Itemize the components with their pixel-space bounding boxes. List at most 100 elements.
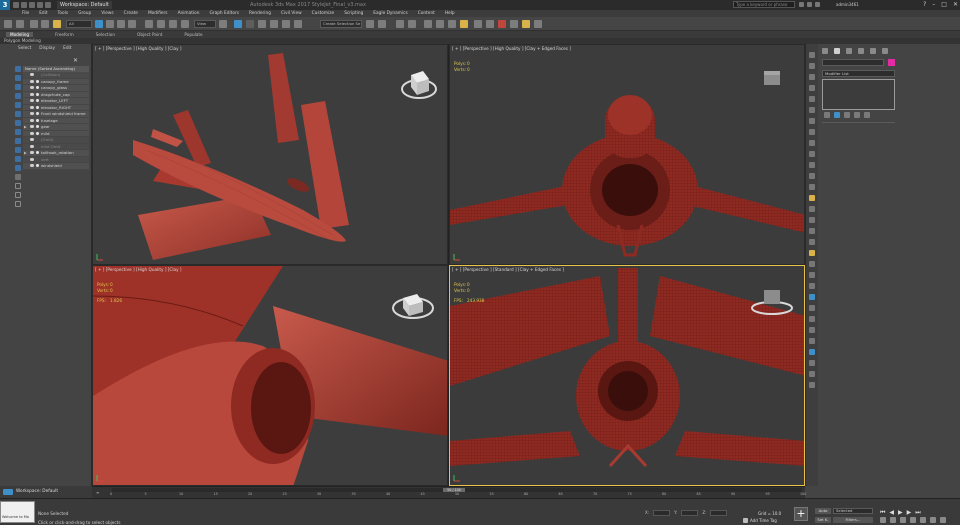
explorer-tab-edit[interactable]: Edit [63,46,71,51]
set-key-button[interactable]: + [794,507,808,521]
pin-stack-icon[interactable] [824,112,830,118]
schematic-view-icon[interactable] [448,20,456,28]
auto-key-button[interactable]: Auto [815,508,831,514]
z-coordinate-field[interactable] [710,510,728,516]
visibility-eye-icon[interactable] [30,105,34,109]
text-icon[interactable] [809,239,815,245]
maxscript-listener-mini[interactable]: Welcome to Ma [0,501,35,523]
window-crossing-icon[interactable] [128,20,136,28]
create-tab-icon[interactable] [822,48,828,54]
close-icon[interactable]: ✕ [953,1,958,8]
pivot-center-icon[interactable] [219,20,227,28]
x-coordinate-field[interactable] [653,510,671,516]
display-spacewarps-icon[interactable] [15,111,21,117]
viewcube[interactable] [391,286,435,322]
rendered-frame-window-icon[interactable] [486,20,494,28]
object-color-swatch[interactable] [888,59,895,66]
display-shapes-icon[interactable] [15,75,21,81]
pan-icon[interactable] [920,517,926,523]
toggle-ribbon-icon[interactable] [424,20,432,28]
play-icon[interactable]: ▶ [898,509,903,517]
display-all-icon[interactable] [15,174,21,180]
tab-modeling[interactable]: Modeling [6,32,34,37]
geosphere-icon[interactable] [809,228,815,234]
menu-item-create[interactable]: Create [124,11,138,16]
menu-item-scripting[interactable]: Scripting [344,11,363,16]
toggle-layer-explorer-icon[interactable] [408,20,416,28]
maximize-icon[interactable]: □ [941,1,947,8]
key-filter-dropdown[interactable]: Selected [833,508,873,514]
toggle-scene-explorer-icon[interactable] [396,20,404,28]
visibility-eye-icon[interactable] [30,157,34,161]
user-account[interactable]: admin3461 [836,2,859,7]
scale-icon[interactable] [169,20,177,28]
viewport-label[interactable]: [ + ] [Perspective ] [High Quality ] [Cl… [95,267,182,272]
previous-frame-icon[interactable]: ◀ [889,509,894,517]
menu-item-help[interactable]: Help [445,11,455,16]
percent-snap-icon[interactable] [282,20,290,28]
create-shapes-icon[interactable] [809,63,815,69]
timeline-toggle-icon[interactable]: ≡ [96,490,99,495]
orbit-icon[interactable] [930,517,936,523]
viewport-bottom-left[interactable]: [ + ] [Perspective ] [High Quality ] [Cl… [92,265,448,486]
viewport-label[interactable]: [ + ] [Perspective ] [High Quality ] [Cl… [452,46,571,51]
omni-light-icon[interactable] [809,371,815,377]
viewport-top-left[interactable]: [ + ] [Perspective ] [High Quality ] [Cl… [92,44,448,265]
minimize-icon[interactable]: – [932,1,935,8]
menu-item-eagle-dynamics[interactable]: Eagle Dynamics [373,11,407,16]
help-icon[interactable]: ? [923,1,926,8]
visibility-eye-icon[interactable] [30,99,34,103]
cylinder-icon[interactable] [809,140,815,146]
display-xrefs-icon[interactable] [15,129,21,135]
helix-icon[interactable] [809,283,815,289]
viewport-label[interactable]: [ + ] [Perspective ] [Standard ] [Clay +… [452,267,564,272]
display-groups-icon[interactable] [15,120,21,126]
configure-modifier-sets-icon[interactable] [864,112,870,118]
line-icon[interactable] [809,250,815,256]
make-unique-icon[interactable] [844,112,850,118]
viewport-bottom-right[interactable]: [ + ] [Perspective ] [Standard ] [Clay +… [449,265,805,486]
visibility-eye-icon[interactable] [30,131,34,135]
circle-icon[interactable] [809,261,815,267]
tab-populate[interactable]: Populate [184,32,202,37]
menu-item-graph-editors[interactable]: Graph Editors [209,11,239,16]
create-spacewarps-icon[interactable] [809,107,815,113]
teapot-icon[interactable] [809,173,815,179]
display-containers-icon[interactable] [15,147,21,153]
expand-icon[interactable]: ▶ [24,125,27,129]
place-icon[interactable] [181,20,189,28]
workspace-icon[interactable] [3,489,13,495]
donut-icon[interactable] [809,349,815,355]
viewcube[interactable] [750,286,794,316]
render-iterative-icon[interactable] [510,20,518,28]
hierarchy-tab-icon[interactable] [846,48,852,54]
visibility-eye-icon[interactable] [30,151,34,155]
close-icon[interactable]: ✕ [73,57,78,64]
arc-icon[interactable] [809,272,815,278]
plane-icon[interactable] [809,195,815,201]
rotate-icon[interactable] [157,20,165,28]
visibility-eye-icon[interactable] [30,118,34,122]
expand-icon[interactable]: ▶ [24,151,27,155]
rectangular-selection-icon[interactable] [117,20,125,28]
find-icon[interactable] [15,201,21,207]
viewcube[interactable] [758,67,788,93]
angle-snap-icon[interactable] [270,20,278,28]
display-geometry-icon[interactable] [15,66,21,72]
display-lights-icon[interactable] [15,84,21,90]
field-of-view-icon[interactable] [910,517,916,523]
create-cameras-icon[interactable] [809,85,815,91]
render-in-cloud-icon[interactable] [522,20,530,28]
display-cameras-icon[interactable] [15,93,21,99]
render-production-icon[interactable] [498,20,506,28]
egg-icon[interactable] [809,338,815,344]
redo-icon[interactable] [16,20,24,28]
redo-icon[interactable] [45,2,51,8]
ellipse-icon[interactable] [809,360,815,366]
menu-item-modifiers[interactable]: Modifiers [148,11,168,16]
new-file-icon[interactable] [13,2,19,8]
viewport-label[interactable]: [ + ] [Perspective ] [High Quality ] [Cl… [95,46,182,51]
visibility-eye-icon[interactable] [30,79,34,83]
align-icon[interactable] [378,20,386,28]
menu-item-content[interactable]: Content [418,11,435,16]
